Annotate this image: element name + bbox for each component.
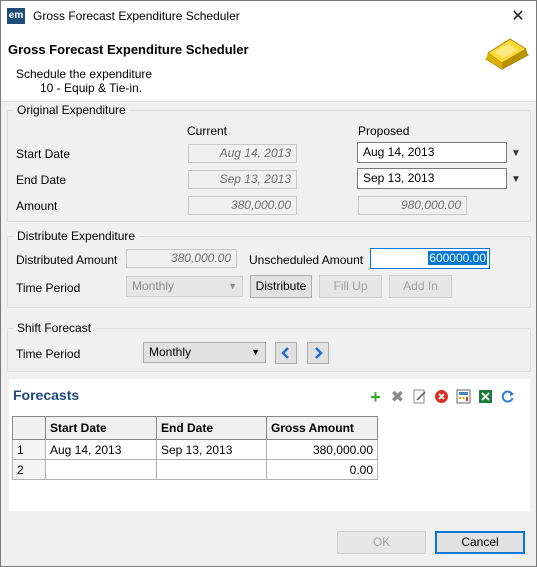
header-item-name: 10 - Equip & Tie-in. [40,81,143,95]
row-number: 2 [12,459,46,480]
row-number: 1 [12,439,46,460]
distribute-time-period-select[interactable]: Monthly ▼ [126,276,243,297]
gold-bar-icon [485,38,529,70]
gross-amount-cell[interactable]: 0.00 [266,459,378,480]
unscheduled-amount-value: 600000.00 [428,251,487,265]
distribute-expenditure-group: Distribute Expenditure Distributed Amoun… [7,229,531,308]
end-date-proposed-input[interactable]: Sep 13, 2013 [357,168,507,189]
distributed-amount-value: 380,000.00 [126,249,237,268]
refresh-icon[interactable] [499,389,516,406]
end-date-label: End Date [16,173,67,187]
distribute-time-period-value: Monthly [132,279,175,293]
column-header-start-date[interactable]: Start Date [45,416,157,440]
fill-up-button[interactable]: Fill Up [319,275,382,298]
amount-label: Amount [16,199,58,213]
chevron-left-icon [281,347,289,359]
window-title: Gross Forecast Expenditure Scheduler [33,9,240,23]
shift-time-period-select[interactable]: Monthly ▼ [143,342,266,363]
header-subtitle: Schedule the expenditure [16,67,153,81]
add-icon[interactable]: + [367,388,384,406]
chevron-down-icon: ▼ [228,281,237,291]
current-column-header: Current [187,124,228,138]
remove-icon[interactable] [433,389,450,406]
start-date-dropdown-icon[interactable]: ▼ [511,148,521,159]
distribute-time-period-label: Time Period [16,281,81,295]
start-date-proposed-input[interactable]: Aug 14, 2013 [357,142,507,163]
end-date-current: Sep 13, 2013 [188,170,297,189]
header-panel: Gross Forecast Expenditure Scheduler Sch… [1,32,536,102]
start-date-current: Aug 14, 2013 [188,144,297,163]
original-expenditure-group: Original Expenditure Current Proposed St… [7,103,531,222]
distribute-button[interactable]: Distribute [250,275,312,298]
delete-icon[interactable]: ✖ [389,389,406,406]
add-in-button[interactable]: Add In [389,275,452,298]
proposed-column-header: Proposed [358,124,410,138]
column-header-gross-amount[interactable]: Gross Amount [266,416,378,440]
dialog-window: em Gross Forecast Expenditure Scheduler … [0,0,537,567]
forecasts-panel: Forecasts + ✖ Start Date End Date Gross … [9,379,530,511]
unscheduled-amount-input[interactable]: 600000.00 [370,248,490,269]
distribute-expenditure-legend: Distribute Expenditure [14,229,139,243]
app-icon: em [7,8,25,24]
column-header-end-date[interactable]: End Date [156,416,267,440]
close-icon[interactable]: ✕ [500,1,536,32]
forecasts-title: Forecasts [13,387,80,403]
end-date-cell[interactable] [156,459,267,480]
amount-current: 380,000.00 [188,196,297,215]
start-date-cell[interactable] [45,459,157,480]
chevron-down-icon: ▼ [251,347,260,357]
end-date-cell[interactable]: Sep 13, 2013 [156,439,267,460]
chevron-right-icon [315,347,323,359]
table-header-row: Start Date End Date Gross Amount [12,416,378,440]
table-row[interactable]: 1 Aug 14, 2013 Sep 13, 2013 380,000.00 [12,439,378,460]
ok-button[interactable]: OK [337,531,426,554]
end-date-dropdown-icon[interactable]: ▼ [511,174,521,185]
shift-back-button[interactable] [275,342,297,364]
gross-amount-cell[interactable]: 380,000.00 [266,439,378,460]
unscheduled-amount-label: Unscheduled Amount [249,253,364,267]
amount-proposed: 980,000.00 [358,196,467,215]
title-bar: em Gross Forecast Expenditure Scheduler … [1,1,536,32]
edit-icon[interactable] [411,389,428,406]
original-expenditure-legend: Original Expenditure [14,103,129,117]
row-number-header [12,416,46,440]
excel-icon[interactable] [477,389,494,406]
table-row[interactable]: 2 0.00 [12,459,378,480]
start-date-cell[interactable]: Aug 14, 2013 [45,439,157,460]
shift-forecast-group: Shift Forecast Time Period Monthly ▼ [7,321,531,372]
calculator-icon[interactable] [455,389,472,406]
forecasts-toolbar: + ✖ [367,388,516,406]
shift-time-period-label: Time Period [16,347,81,361]
shift-forecast-legend: Shift Forecast [14,321,95,335]
start-date-label: Start Date [16,147,71,161]
forecasts-table: Start Date End Date Gross Amount 1 Aug 1… [12,416,378,480]
shift-time-period-value: Monthly [149,345,192,359]
shift-forward-button[interactable] [307,342,329,364]
cancel-button[interactable]: Cancel [435,531,525,554]
distributed-amount-label: Distributed Amount [16,253,118,267]
page-title: Gross Forecast Expenditure Scheduler [8,42,249,57]
